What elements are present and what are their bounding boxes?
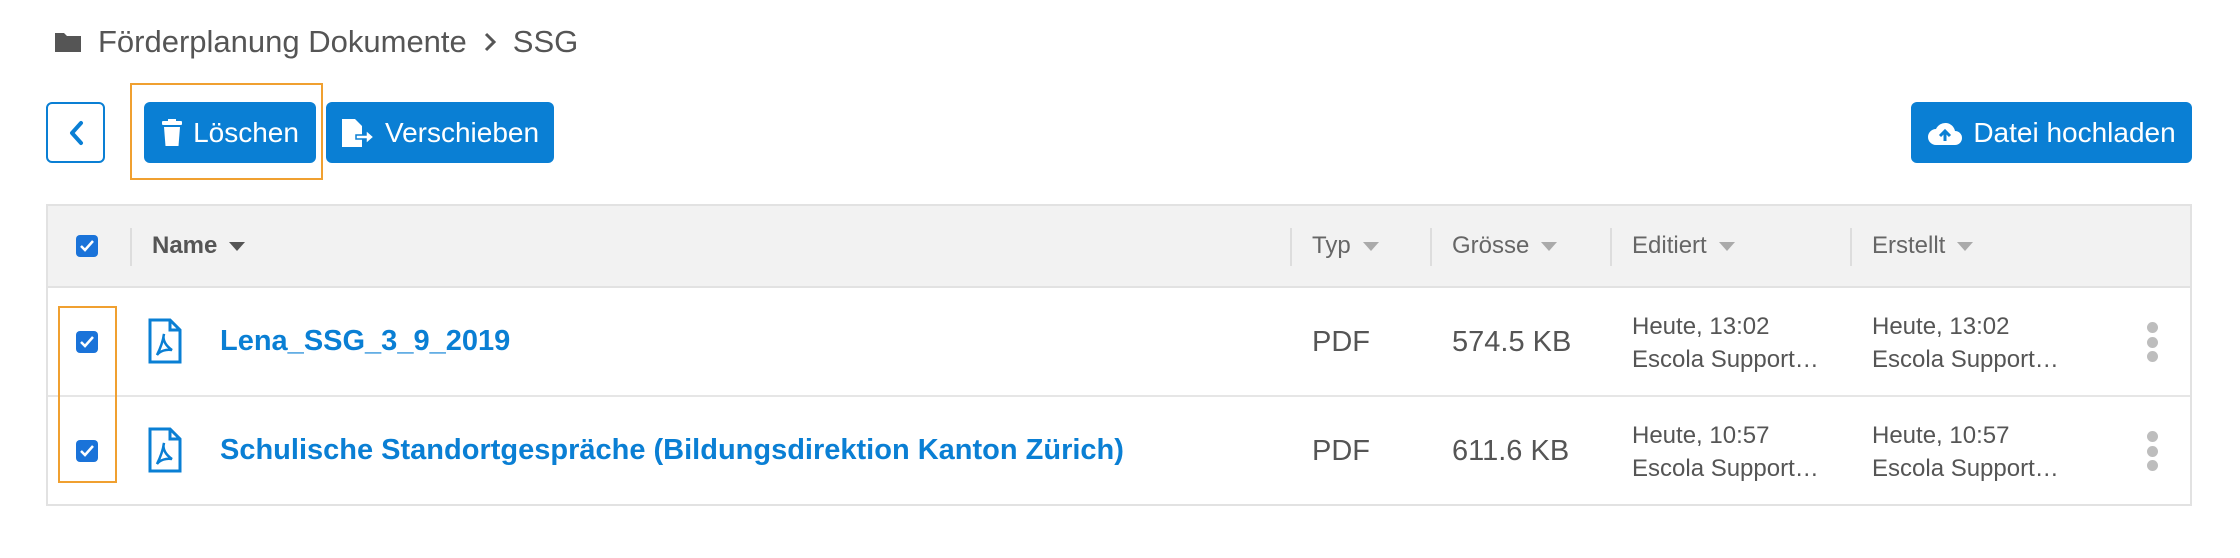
column-size-label: Grösse bbox=[1452, 232, 1530, 259]
file-move-icon bbox=[341, 118, 375, 147]
edited-by: Escola Support… bbox=[1632, 346, 1819, 373]
file-name-link[interactable]: Schulische Standortgespräche (Bildungsdi… bbox=[220, 434, 1124, 467]
column-divider bbox=[130, 228, 132, 266]
sort-caret-icon bbox=[1541, 241, 1558, 251]
column-divider bbox=[1850, 228, 1852, 266]
sort-caret-icon bbox=[1362, 241, 1379, 251]
kebab-menu-icon[interactable] bbox=[2146, 431, 2158, 471]
upload-button[interactable]: Datei hochladen bbox=[1911, 102, 2192, 163]
column-header-size[interactable]: Grösse bbox=[1452, 206, 1558, 286]
move-button-label: Verschieben bbox=[384, 116, 540, 148]
chevron-right-icon bbox=[484, 32, 496, 52]
column-divider bbox=[1430, 228, 1432, 266]
sort-caret-icon bbox=[1957, 241, 1974, 251]
cloud-upload-icon bbox=[1928, 122, 1963, 145]
column-divider bbox=[1610, 228, 1612, 266]
edited-info: Heute, 13:02 Escola Support… bbox=[1632, 310, 1819, 376]
file-table: Name Typ Grösse Editiert Erstellt Lena_S… bbox=[46, 204, 2192, 506]
created-by: Escola Support… bbox=[1872, 455, 2059, 482]
table-header: Name Typ Grösse Editiert Erstellt bbox=[48, 206, 2190, 288]
kebab-menu-icon[interactable] bbox=[2146, 322, 2158, 362]
file-size: 574.5 KB bbox=[1452, 326, 1572, 358]
row-checkbox-highlight bbox=[58, 306, 117, 483]
file-type: PDF bbox=[1312, 326, 1370, 358]
column-created-label: Erstellt bbox=[1872, 232, 1946, 259]
folder-icon bbox=[55, 33, 81, 52]
chevron-left-icon bbox=[69, 120, 83, 145]
upload-button-label: Datei hochladen bbox=[1973, 116, 2176, 148]
move-button[interactable]: Verschieben bbox=[326, 102, 554, 163]
pdf-file-icon bbox=[148, 318, 182, 364]
pdf-file-icon bbox=[148, 427, 182, 473]
created-info: Heute, 10:57 Escola Support… bbox=[1872, 419, 2059, 485]
edited-time: Heute, 10:57 bbox=[1632, 422, 1770, 449]
breadcrumb-folder-link[interactable]: Förderplanung Dokumente bbox=[98, 24, 467, 60]
file-name-link[interactable]: Lena_SSG_3_9_2019 bbox=[220, 325, 510, 358]
column-edited-label: Editiert bbox=[1632, 232, 1707, 259]
column-header-created[interactable]: Erstellt bbox=[1872, 206, 1974, 286]
file-type: PDF bbox=[1312, 435, 1370, 467]
edited-time: Heute, 13:02 bbox=[1632, 313, 1770, 340]
created-time: Heute, 10:57 bbox=[1872, 422, 2010, 449]
edited-info: Heute, 10:57 Escola Support… bbox=[1632, 419, 1819, 485]
column-type-label: Typ bbox=[1312, 232, 1351, 259]
table-row[interactable]: Lena_SSG_3_9_2019 PDF 574.5 KB Heute, 13… bbox=[48, 288, 2190, 397]
select-all-checkbox[interactable] bbox=[76, 235, 98, 257]
sort-caret-icon bbox=[229, 241, 246, 251]
column-name-label: Name bbox=[152, 232, 218, 259]
edited-by: Escola Support… bbox=[1632, 455, 1819, 482]
column-divider bbox=[1290, 228, 1292, 266]
back-button[interactable] bbox=[46, 102, 105, 163]
breadcrumb: Förderplanung Dokumente SSG bbox=[54, 22, 578, 62]
delete-button-label: Löschen bbox=[193, 116, 299, 148]
created-by: Escola Support… bbox=[1872, 346, 2059, 373]
sort-caret-icon bbox=[1718, 241, 1735, 251]
check-icon bbox=[80, 240, 94, 252]
table-row[interactable]: Schulische Standortgespräche (Bildungsdi… bbox=[48, 397, 2190, 506]
file-size: 611.6 KB bbox=[1452, 435, 1570, 467]
column-header-edited[interactable]: Editiert bbox=[1632, 206, 1735, 286]
created-info: Heute, 13:02 Escola Support… bbox=[1872, 310, 2059, 376]
breadcrumb-current: SSG bbox=[512, 24, 579, 59]
column-header-name[interactable]: Name bbox=[152, 206, 246, 286]
delete-button[interactable]: Löschen bbox=[144, 102, 316, 163]
created-time: Heute, 13:02 bbox=[1872, 313, 2010, 340]
column-header-type[interactable]: Typ bbox=[1312, 206, 1379, 286]
trash-icon bbox=[162, 118, 183, 146]
